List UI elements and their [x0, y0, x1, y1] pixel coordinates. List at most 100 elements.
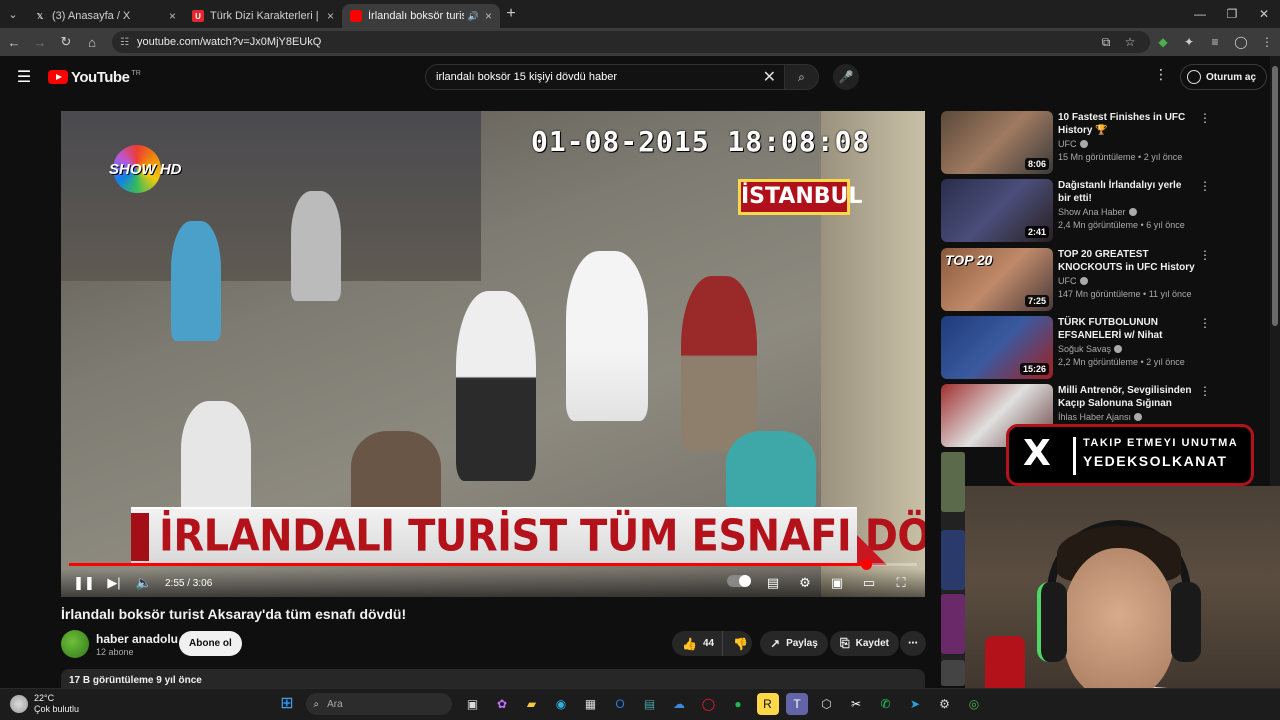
- spotify-icon[interactable]: ●: [727, 693, 749, 715]
- hamburger-menu-icon[interactable]: ☰: [0, 67, 48, 87]
- opera-icon[interactable]: ◯: [698, 693, 720, 715]
- rec-title[interactable]: TÜRK FUTBOLUNUN EFSANELERİ w/ Nihat Kahv…: [1058, 316, 1196, 342]
- store-icon[interactable]: ▦: [580, 693, 602, 715]
- list-item[interactable]: 2:41 Dağıstanlı İrlandalıyı yerle bir et…: [941, 179, 1261, 243]
- search-button[interactable]: ⌕: [785, 64, 819, 90]
- rec-title[interactable]: Dağıstanlı İrlandalıyı yerle bir etti!: [1058, 179, 1196, 205]
- new-tab-button[interactable]: +: [500, 5, 522, 23]
- theater-mode-icon[interactable]: ▭: [853, 575, 885, 591]
- thumbnail-strip[interactable]: [941, 452, 965, 512]
- site-info-icon[interactable]: ☷: [120, 37, 129, 48]
- cctv-timestamp: 01-08-2015 18:08:08: [531, 125, 871, 158]
- address-toolbar: ← → ↻ ⌂ ☷ youtube.com/watch?v=Jx0MjY8EUk…: [0, 28, 1280, 56]
- fullscreen-icon[interactable]: ⛶: [885, 575, 917, 591]
- close-icon[interactable]: ×: [169, 9, 176, 23]
- rec-menu-icon[interactable]: ⋮: [1199, 384, 1211, 398]
- reload-icon[interactable]: ↻: [54, 34, 78, 50]
- list-item[interactable]: 8:06 10 Fastest Finishes in UFC History …: [941, 111, 1261, 175]
- tab-x-home[interactable]: 𝕏 (3) Anasayfa / X ×: [26, 4, 184, 28]
- rec-title[interactable]: 10 Fastest Finishes in UFC History 🏆: [1058, 111, 1196, 137]
- close-icon[interactable]: ×: [327, 9, 334, 23]
- puzzle-extensions-icon[interactable]: ✦: [1176, 35, 1202, 49]
- extension-icon[interactable]: ◆: [1150, 35, 1176, 49]
- video-player[interactable]: SHOW HD 01-08-2015 18:08:08 İSTANBUL İRL…: [61, 111, 925, 597]
- reading-list-icon[interactable]: ≡: [1202, 35, 1228, 49]
- home-icon[interactable]: ⌂: [80, 35, 104, 50]
- app-icon[interactable]: ⬡: [816, 693, 838, 715]
- autoplay-toggle[interactable]: [727, 575, 751, 587]
- forward-icon[interactable]: →: [28, 35, 52, 50]
- teams-icon[interactable]: T: [786, 693, 808, 715]
- weather-widget[interactable]: 22°C Çok bulutlu: [10, 693, 79, 715]
- gear-icon[interactable]: ⚙: [789, 575, 821, 591]
- volume-icon[interactable]: 🔈: [129, 575, 159, 591]
- rec-menu-icon[interactable]: ⋮: [1199, 248, 1211, 262]
- install-app-icon[interactable]: ⧉: [1094, 35, 1118, 50]
- miniplayer-icon[interactable]: ▣: [821, 575, 853, 591]
- app-icon[interactable]: ☁: [668, 693, 690, 715]
- progress-bar[interactable]: [69, 559, 917, 570]
- edge-icon[interactable]: ◉: [550, 693, 572, 715]
- save-button[interactable]: ⎘ Kaydet: [830, 631, 899, 656]
- rec-title[interactable]: TOP 20 GREATEST KNOCKOUTS in UFC History…: [1058, 248, 1196, 274]
- share-button[interactable]: ↗ Paylaş: [760, 631, 828, 656]
- video-thumbnail[interactable]: 15:26: [941, 316, 1053, 379]
- minimize-icon[interactable]: —: [1184, 0, 1216, 28]
- back-icon[interactable]: ←: [2, 35, 26, 50]
- channel-name[interactable]: haber anadolu: [96, 632, 178, 646]
- dislike-button[interactable]: 👎: [722, 631, 752, 656]
- voice-search-button[interactable]: 🎤: [833, 64, 859, 90]
- close-icon[interactable]: ×: [485, 9, 492, 23]
- next-icon[interactable]: ▶|: [99, 575, 129, 591]
- url-bar[interactable]: ☷ youtube.com/watch?v=Jx0MjY8EUkQ ⧉ ☆: [112, 31, 1150, 53]
- youtube-logo[interactable]: YouTube TR: [48, 69, 141, 86]
- pause-icon[interactable]: ❚❚: [69, 575, 99, 591]
- taskbar-search[interactable]: ⌕ Ara: [305, 693, 452, 715]
- outlook-icon[interactable]: O: [609, 693, 631, 715]
- list-item[interactable]: 15:26 TÜRK FUTBOLUNUN EFSANELERİ w/ Niha…: [941, 316, 1261, 380]
- like-button[interactable]: 👍 44: [672, 631, 722, 656]
- rec-menu-icon[interactable]: ⋮: [1199, 111, 1211, 125]
- rec-channel: Show Ana Haber: [1058, 207, 1137, 217]
- video-thumbnail[interactable]: TOP 20 7:25: [941, 248, 1053, 311]
- maximize-icon[interactable]: ❐: [1216, 0, 1248, 28]
- copilot-icon[interactable]: ✿: [491, 693, 513, 715]
- app-icon[interactable]: R: [756, 693, 779, 715]
- thumbnail-strip[interactable]: [941, 660, 965, 686]
- avatar[interactable]: [61, 630, 89, 658]
- rec-menu-icon[interactable]: ⋮: [1199, 316, 1211, 330]
- settings-kebab-icon[interactable]: ⋮: [1154, 66, 1168, 83]
- profile-icon[interactable]: ◯: [1228, 35, 1254, 49]
- subtitles-icon[interactable]: ▤: [757, 575, 789, 591]
- file-explorer-icon[interactable]: ▰: [521, 693, 543, 715]
- browser-menu-icon[interactable]: ⋮: [1254, 35, 1280, 49]
- capcut-icon[interactable]: ✂: [845, 693, 867, 715]
- channel-watermark: SHOW HD: [109, 141, 182, 199]
- app-icon[interactable]: ⚙: [934, 693, 956, 715]
- rec-title[interactable]: Milli Antrenör, Sevgilisinden Kaçıp Salo…: [1058, 384, 1196, 410]
- thumbnail-strip[interactable]: [941, 530, 965, 590]
- scrollbar-thumb[interactable]: [1272, 66, 1278, 326]
- list-item[interactable]: TOP 20 7:25 TOP 20 GREATEST KNOCKOUTS in…: [941, 248, 1261, 312]
- tab-uwufufu[interactable]: U Türk Dizi Karakterleri | UwUFUFU ×: [184, 4, 342, 28]
- tab-youtube-active[interactable]: İrlandalı boksör turist Aksaray 🔊 ×: [342, 4, 500, 28]
- clear-search-icon[interactable]: ✕: [763, 67, 776, 87]
- video-thumbnail[interactable]: 2:41: [941, 179, 1053, 242]
- tab-search-icon[interactable]: ⌄: [0, 0, 26, 28]
- rec-menu-icon[interactable]: ⋮: [1199, 179, 1211, 193]
- app-icon[interactable]: ▤: [639, 693, 661, 715]
- task-view-icon[interactable]: ▣: [462, 693, 484, 715]
- windows-start-icon[interactable]: ⊞: [276, 693, 298, 715]
- thumbnail-strip[interactable]: [941, 594, 965, 654]
- bookmark-star-icon[interactable]: ☆: [1118, 35, 1142, 50]
- sign-in-button[interactable]: Oturum aç: [1180, 64, 1268, 90]
- speaker-icon[interactable]: 🔊: [468, 11, 479, 22]
- close-window-icon[interactable]: ✕: [1248, 0, 1280, 28]
- subscribe-button[interactable]: Abone ol: [179, 631, 242, 656]
- more-actions-button[interactable]: ⋯: [900, 631, 926, 656]
- video-thumbnail[interactable]: 8:06: [941, 111, 1053, 174]
- whatsapp-icon[interactable]: ✆: [875, 693, 897, 715]
- telegram-icon[interactable]: ➤: [904, 693, 926, 715]
- chrome-icon[interactable]: ◎: [963, 693, 985, 715]
- search-input[interactable]: irlandalı boksör 15 kişiyi dövdü haber ✕: [425, 64, 785, 90]
